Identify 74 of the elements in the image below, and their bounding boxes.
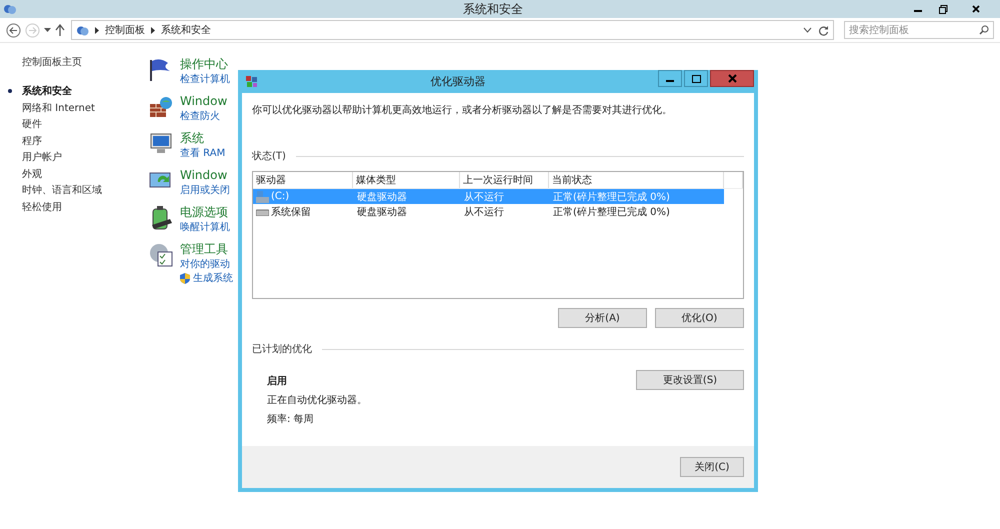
- shield-icon: [180, 272, 190, 284]
- schedule-text: 正在自动优化驱动器。: [267, 394, 367, 407]
- maximize-button[interactable]: [684, 70, 708, 87]
- change-settings-button[interactable]: 更改设置(S): [636, 370, 744, 390]
- table-cell-text: 从不运行: [463, 206, 505, 218]
- defrag-icon: [246, 76, 258, 88]
- control-panel-icon: [76, 24, 89, 36]
- table-cell: (C:): [271, 191, 290, 202]
- column-header[interactable]: 驱动器: [253, 172, 353, 188]
- window-title: 系统和安全: [462, 0, 523, 18]
- category-title[interactable]: Window: [180, 168, 230, 183]
- category-link[interactable]: 查看 RAM: [180, 146, 226, 160]
- close-dialog-button[interactable]: 关闭(C): [680, 457, 744, 477]
- category-link[interactable]: 启用或关闭: [180, 183, 230, 197]
- schedule-state: 启用: [267, 374, 288, 388]
- dialog-title: 优化驱动器: [430, 74, 486, 89]
- drive-icon: [256, 208, 269, 216]
- sidebar-link[interactable]: 控制面板主页: [8, 55, 138, 69]
- category-title[interactable]: 操作中心: [180, 57, 230, 72]
- category-title[interactable]: 电源选项: [180, 205, 230, 220]
- firewall-icon[interactable]: [148, 94, 174, 120]
- table-cell-text: 从不运行: [463, 190, 505, 204]
- table-cell-text: 硬盘驱动器: [356, 206, 408, 218]
- close-icon: [972, 5, 980, 13]
- category-title[interactable]: 系统: [180, 131, 226, 146]
- drive-row[interactable]: 系统保留 硬盘驱动器 从不运行 正常(碎片整理已完成 0%): [253, 204, 724, 219]
- section-label: 已计划的优化: [252, 342, 312, 356]
- category-link[interactable]: 检查计算机: [180, 72, 230, 86]
- chevron-down-icon[interactable]: [803, 27, 812, 33]
- back-button[interactable]: [6, 22, 21, 38]
- chevron-icon: [95, 26, 99, 34]
- category-link[interactable]: 对你的驱动: [180, 257, 233, 271]
- sidebar-item[interactable]: 时钟、语言和区域: [8, 182, 138, 198]
- sidebar-item[interactable]: 程序: [8, 132, 138, 149]
- column-header[interactable]: 当前状态: [549, 172, 724, 188]
- sidebar-item[interactable]: 硬件: [8, 116, 138, 132]
- bullet-icon: [8, 89, 12, 94]
- sidebar-item[interactable]: 系统和安全: [8, 83, 138, 100]
- tools-icon[interactable]: [148, 242, 174, 268]
- up-button[interactable]: [55, 24, 65, 36]
- category-link[interactable]: 生成系统: [193, 271, 233, 285]
- minimize-button[interactable]: [658, 70, 682, 87]
- drive-icon: [256, 190, 269, 202]
- chevron-icon: [151, 26, 155, 34]
- sidebar-item[interactable]: 用户帐户: [8, 149, 138, 166]
- column-header[interactable]: 上一次运行时间: [460, 172, 549, 188]
- breadcrumb[interactable]: 系统和安全: [161, 23, 211, 37]
- category-link[interactable]: 唤醒计算机: [180, 220, 230, 234]
- category-title[interactable]: 管理工具: [180, 242, 233, 257]
- analyze-button[interactable]: 分析(A): [558, 308, 647, 328]
- restore-icon: [938, 4, 948, 14]
- frequency-text: 频率: 每周: [267, 412, 315, 426]
- search-field[interactable]: 搜索控制面板: [844, 21, 994, 39]
- table-cell-text: 正常(碎片整理已完成 0%): [552, 190, 671, 204]
- table-cell-text: 硬盘驱动器: [356, 190, 408, 204]
- dropdown-icon[interactable]: [44, 28, 51, 32]
- section-label: 状态(T): [252, 150, 286, 163]
- maximize-icon: [692, 74, 700, 82]
- optimize-button[interactable]: 优化(O): [655, 308, 744, 328]
- sidebar-item[interactable]: 外观: [8, 166, 138, 182]
- category-title[interactable]: Window: [180, 94, 228, 109]
- refresh-icon[interactable]: [818, 24, 829, 36]
- address-bar[interactable]: 控制面板 系统和安全: [71, 20, 834, 40]
- sidebar-item[interactable]: 轻松使用: [8, 198, 138, 215]
- breadcrumb[interactable]: 控制面板: [105, 23, 145, 37]
- search-icon: [979, 25, 989, 35]
- column-header[interactable]: 媒体类型: [353, 172, 460, 188]
- category-link[interactable]: 检查防火: [180, 109, 228, 123]
- table-cell-text: 系统保留: [271, 206, 311, 218]
- table-cell-text: 正常(碎片整理已完成 0%): [552, 206, 671, 218]
- control-panel-icon: [3, 2, 17, 16]
- close-icon: [728, 74, 736, 83]
- sidebar-item[interactable]: 网络和 Internet: [8, 100, 138, 116]
- description-text: 你可以优化驱动器以帮助计算机更高效地运行，或者分析驱动器以了解是否需要对其进行优化。: [252, 104, 673, 117]
